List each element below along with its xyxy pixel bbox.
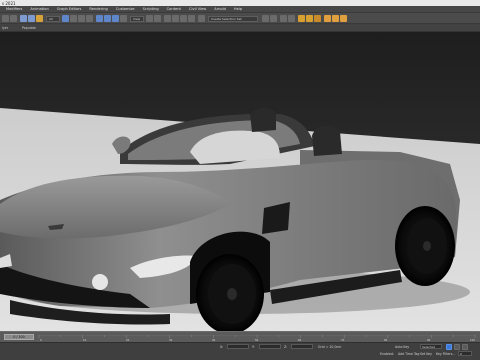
unlink-icon[interactable] [28,15,35,22]
front-hub [227,288,237,300]
timeline-tick-label: 70 [341,338,345,341]
timeline-tick-label: 90 [427,338,431,341]
redo-icon[interactable] [10,15,17,22]
timeline-ticks[interactable]: 0 10 20 30 40 50 60 70 80 90 100 [38,335,476,341]
timeline-tick-label: 10 [83,338,87,341]
ribbon-populate-label[interactable]: Populate [22,26,36,30]
angle-snap-icon[interactable] [172,15,179,22]
spinner-snap-icon[interactable] [188,15,195,22]
timeline-tick-label: 30 [169,338,173,341]
time-slider[interactable]: 0 / 100 [4,334,34,340]
key-filters-button[interactable]: Key Filters... [436,352,455,356]
menu-graph-editors[interactable]: Graph Editors [57,7,82,12]
x-coord-label: X: [220,345,224,349]
rotate-icon[interactable] [104,15,111,22]
ribbon-layer-label[interactable]: lyer [2,26,8,30]
timeline-tick-label: 20 [126,338,130,341]
rendered-frame-window-icon[interactable] [332,15,339,22]
z-coord-label: Z: [284,345,288,349]
undo-icon[interactable] [2,15,9,22]
menu-help[interactable]: Help [234,7,242,12]
snaps-toggle-icon[interactable] [164,15,171,22]
timeline-tick-label: 60 [298,338,302,341]
named-selection-dropdown[interactable]: Create Selection Set [208,16,258,22]
placement-icon[interactable] [120,15,127,22]
fog-light [92,274,108,290]
timeline: 0 / 100 0 10 20 30 40 50 60 70 80 90 100 [0,331,480,342]
timeline-tick-label: 100 [470,338,475,341]
menu-modifiers[interactable]: Modifiers [6,7,22,12]
select-object-icon[interactable] [62,15,69,22]
ribbon-bar: lyer Populate [0,24,480,32]
mirror-icon[interactable] [262,15,269,22]
select-manipulate-icon[interactable] [154,15,161,22]
move-icon[interactable] [96,15,103,22]
bind-space-warp-icon[interactable] [36,15,43,22]
timeline-tick-label: 0 [40,338,42,341]
material-editor-icon[interactable] [314,15,321,22]
align-icon[interactable] [270,15,277,22]
y-coord-field[interactable] [259,344,281,349]
menu-customize[interactable]: Customize [116,7,135,12]
curve-editor-icon[interactable] [298,15,305,22]
scene-explorer-icon[interactable] [280,15,287,22]
grid-size-text: Grid = 10,0cm [318,345,342,349]
go-to-end-icon[interactable] [462,344,468,350]
link-icon[interactable] [20,15,27,22]
y-coord-label: Y: [252,345,255,349]
main-toolbar: All View Create Selection Set [0,12,480,24]
next-frame-icon[interactable] [454,344,460,350]
set-key-button[interactable]: Set Key [420,352,432,356]
menu-civil-view[interactable]: Civil View [189,7,206,12]
pivot-center-icon[interactable] [146,15,153,22]
perspective-viewport[interactable] [0,32,480,331]
timeline-tick-label: 80 [384,338,388,341]
render-production-icon[interactable] [340,15,347,22]
timeline-tick-label: 50 [255,338,259,341]
auto-key-button[interactable]: Auto Key [395,345,409,349]
menu-content[interactable]: Content [167,7,181,12]
headrest-right [250,108,276,132]
layer-explorer-icon[interactable] [288,15,295,22]
window-crossing-icon[interactable] [86,15,93,22]
select-by-name-icon[interactable] [70,15,77,22]
menu-arnold[interactable]: Arnold [214,7,226,12]
window-title: s 2021 [2,0,16,6]
add-time-tag-button[interactable]: Add Time Tag [398,352,419,356]
scale-icon[interactable] [112,15,119,22]
schematic-view-icon[interactable] [306,15,313,22]
reference-coordinate-dropdown[interactable]: View [130,16,144,22]
menu-rendering[interactable]: Rendering [89,7,107,12]
current-frame-field[interactable]: 0 [458,351,472,356]
enabled-label: Enabled: [380,352,394,356]
rectangular-selection-icon[interactable] [78,15,85,22]
play-icon[interactable] [446,344,452,350]
selected-dropdown[interactable]: Selected [420,344,442,349]
viewport-render [0,32,480,331]
menu-scripting[interactable]: Scripting [143,7,159,12]
edit-named-selection-icon[interactable] [198,15,205,22]
status-bar: X: Y: Z: Grid = 10,0cm Auto Key Selected… [0,342,480,360]
percent-snap-icon[interactable] [180,15,187,22]
x-coord-field[interactable] [227,344,249,349]
timeline-tick-label: 40 [212,338,216,341]
z-coord-field[interactable] [291,344,313,349]
render-setup-icon[interactable] [324,15,331,22]
headrest-left [312,125,342,156]
rear-hub [423,241,431,251]
selection-filter-dropdown[interactable]: All [46,16,60,22]
menu-animation[interactable]: Animation [30,7,48,12]
